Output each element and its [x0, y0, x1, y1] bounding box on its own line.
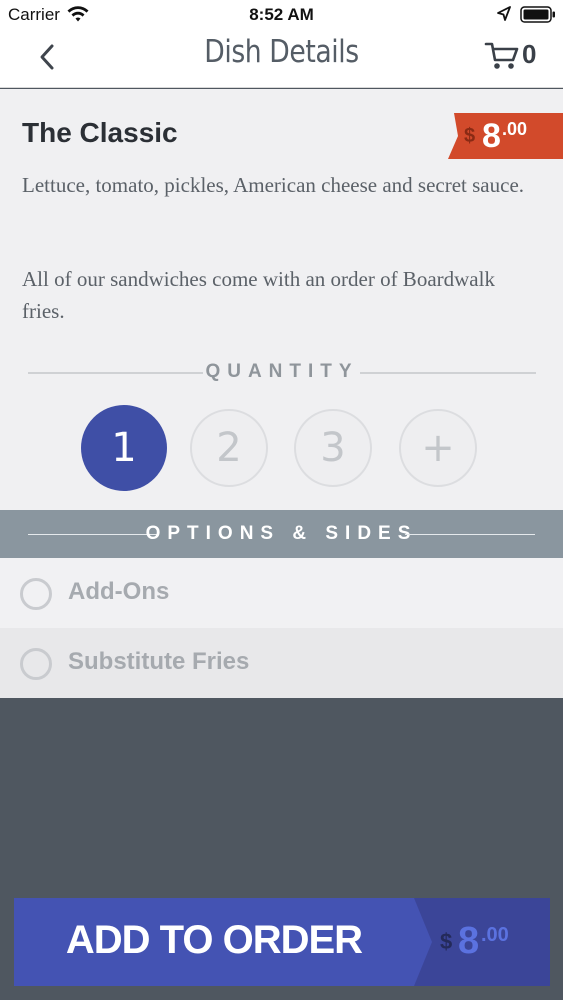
page-title: Dish Details: [204, 34, 359, 70]
radio-button[interactable]: [20, 648, 52, 680]
quantity-option-1[interactable]: 1: [81, 405, 167, 491]
option-label: Add-Ons: [68, 578, 170, 605]
options-sides-header: OPTIONS & SIDES: [0, 510, 563, 558]
quantity-header: QUANTITY: [28, 361, 536, 385]
radio-button[interactable]: [20, 578, 52, 610]
option-substitute-fries[interactable]: Substitute Fries: [0, 628, 563, 698]
quantity-option-2[interactable]: 2: [190, 409, 268, 487]
price-currency: $: [464, 125, 476, 147]
location-arrow-icon: [497, 6, 511, 21]
divider: [360, 372, 536, 374]
dish-details: The Classic $ 8 .00 Lettuce, tomato, pic…: [0, 89, 563, 510]
price-amount: 8: [482, 117, 501, 155]
status-bar: Carrier 8:52 AM: [0, 0, 563, 30]
quantity-option-3[interactable]: 3: [294, 409, 372, 487]
add-to-order-label: ADD TO ORDER: [65, 918, 363, 962]
cart-count[interactable]: 0: [522, 39, 536, 70]
nav-bar: Dish Details 0: [0, 30, 563, 88]
quantity-more-button[interactable]: +: [399, 409, 477, 487]
status-time: 8:52 AM: [249, 5, 314, 24]
option-add-ons[interactable]: Add-Ons: [0, 558, 563, 628]
cart-icon[interactable]: [484, 38, 520, 72]
price-cents: .00: [502, 119, 528, 139]
add-to-order-button[interactable]: ADD TO ORDER $ 8 .00: [14, 898, 550, 986]
divider: [405, 534, 535, 535]
total-currency: $: [440, 929, 453, 954]
price-tag: $ 8 .00: [448, 113, 563, 159]
total-cents: .00: [481, 924, 509, 946]
dish-description: Lettuce, tomato, pickles, American chees…: [22, 173, 525, 197]
option-label: Substitute Fries: [68, 648, 250, 675]
total-amount: 8: [458, 920, 480, 962]
battery-icon: [520, 6, 555, 23]
dish-name: The Classic: [22, 117, 178, 148]
dish-note: All of our sandwiches come with an order…: [22, 267, 495, 323]
